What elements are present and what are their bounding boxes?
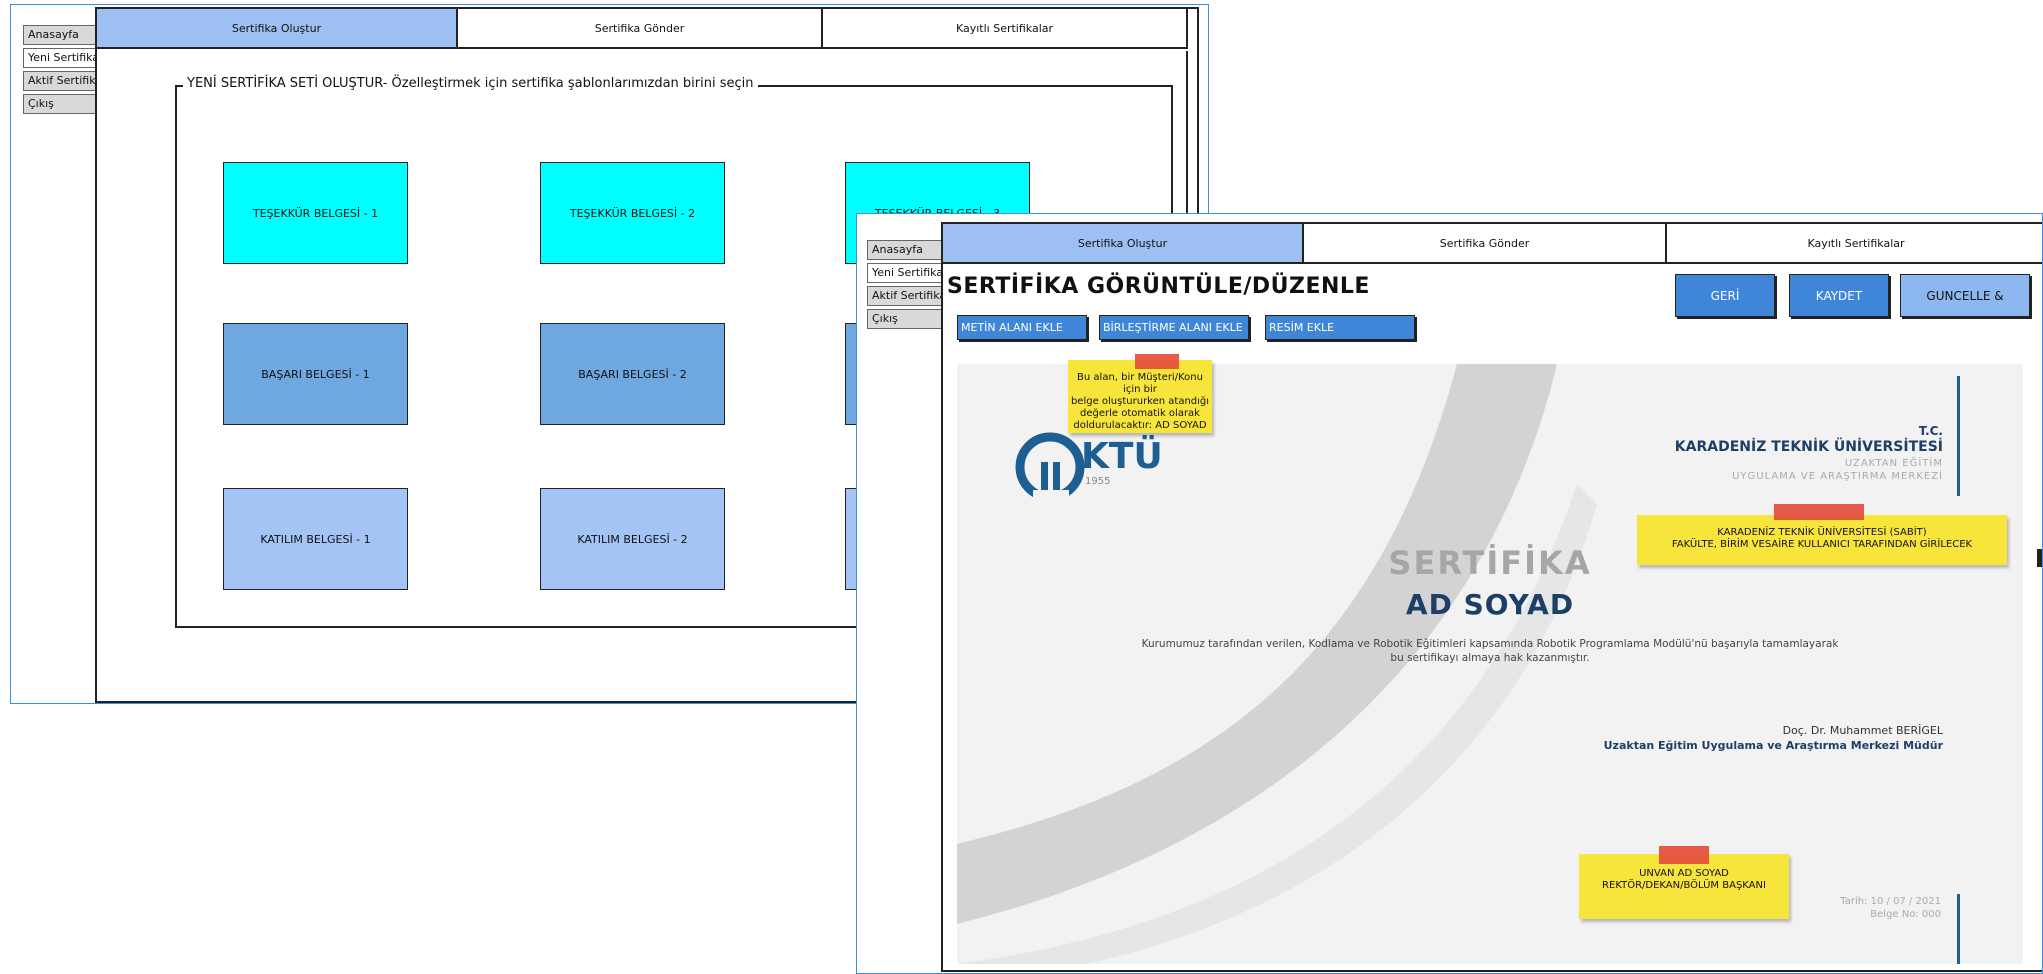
sidebar-item-active-certificate[interactable]: Aktif Sertifika	[867, 286, 942, 306]
front-tab-bar: Sertifika Oluştur Sertifika Gönder Kayıt…	[941, 222, 2042, 264]
certificate-canvas[interactable]: KTÜ 1955 T.C. KARADENİZ TEKNİK ÜNİVERSİT…	[957, 364, 2023, 964]
template-card-success-1[interactable]: BAŞARI BELGESİ - 1	[223, 323, 408, 425]
note-tape	[1774, 504, 1864, 520]
template-card-thanks-2[interactable]: TEŞEKKÜR BELGESİ - 2	[540, 162, 725, 264]
recipient-name: AD SOYAD	[1405, 588, 1575, 621]
sidebar-item-home[interactable]: Anasayfa	[867, 240, 942, 260]
back-tab-bar: Sertifika Oluştur Sertifika Gönder Kayıt…	[95, 7, 1188, 49]
back-button[interactable]: GERİ	[1675, 274, 1775, 317]
certificate-body-line-2: bu sertifikayı almaya hak kazanmıştır.	[1390, 652, 1590, 664]
vertical-rule-bottom	[1957, 894, 1960, 964]
template-card-participation-1[interactable]: KATILIM BELGESİ - 1	[223, 488, 408, 590]
note-tape	[1135, 354, 1179, 369]
page-title: SERTİFİKA GÖRÜNTÜLE/DÜZENLE	[947, 274, 1370, 299]
university-name: KARADENİZ TEKNİK ÜNİVERSİTESİ	[1674, 439, 1943, 455]
vertical-rule-top	[1957, 376, 1960, 496]
add-merge-field-button[interactable]: BİRLEŞTİRME ALANI EKLE	[1099, 315, 1249, 340]
add-text-field-button[interactable]: METİN ALANI EKLE	[957, 315, 1087, 340]
note-tape	[1659, 846, 1709, 864]
tab-create-certificate[interactable]: Sertifika Oluştur	[941, 222, 1304, 264]
signer-name: Doç. Dr. Muhammet BERİGEL	[1782, 724, 1943, 737]
front-window: Anasayfa Yeni Sertifika Aktif Sertifika …	[856, 213, 2043, 974]
sidebar-item-new-certificate[interactable]: Yeni Sertifika	[867, 263, 942, 283]
faculty-note: KARADENİZ TEKNİK ÜNİVERSİTESİ (SABİT) FA…	[1637, 515, 2007, 565]
template-group-legend: YENİ SERTİFİKA SETİ OLUŞTUR- Özelleştirm…	[183, 76, 758, 91]
tab-saved-certificates[interactable]: Kayıtlı Sertifikalar	[823, 7, 1188, 49]
unit-line-1: UZAKTAN EĞİTİM	[1844, 458, 1943, 469]
template-card-success-2[interactable]: BAŞARI BELGESİ - 2	[540, 323, 725, 425]
tab-create-certificate[interactable]: Sertifika Oluştur	[95, 7, 458, 49]
name-autofill-note: Bu alan, bir Müşteri/Konu için bir belge…	[1068, 360, 1212, 433]
certificate-date: Tarih: 10 / 07 / 2021	[1840, 896, 1941, 907]
sidebar-item-logout[interactable]: Çıkış	[867, 309, 942, 329]
update-button[interactable]: GUNCELLE &	[1900, 274, 2030, 317]
tab-send-certificate[interactable]: Sertifika Gönder	[458, 7, 823, 49]
certificate-number: Belge No: 000	[1870, 909, 1941, 920]
signer-title: Uzaktan Eğitim Uygulama ve Araştırma Mer…	[1603, 739, 1943, 752]
logo-year: 1955	[1085, 476, 1111, 487]
ktu-logo-icon	[1015, 432, 1085, 502]
tab-saved-certificates[interactable]: Kayıtlı Sertifikalar	[1667, 222, 2042, 264]
template-card-thanks-1[interactable]: TEŞEKKÜR BELGESİ - 1	[223, 162, 408, 264]
template-card-participation-2[interactable]: KATILIM BELGESİ - 2	[540, 488, 725, 590]
front-sidebar: Anasayfa Yeni Sertifika Aktif Sertifika …	[867, 240, 942, 332]
tab-send-certificate[interactable]: Sertifika Gönder	[1304, 222, 1667, 264]
right-edge-handle[interactable]	[2037, 549, 2042, 567]
certificate-body-line-1: Kurumumuz tarafından verilen, Kodlama ve…	[1141, 638, 1839, 650]
unit-line-2: UYGULAMA VE ARAŞTIRMA MERKEZİ	[1732, 471, 1943, 482]
tc-label: T.C.	[1918, 424, 1943, 438]
logo-text: KTÜ	[1081, 436, 1163, 477]
add-image-button[interactable]: RESİM EKLE	[1265, 315, 1415, 340]
save-button[interactable]: KAYDET	[1789, 274, 1889, 317]
